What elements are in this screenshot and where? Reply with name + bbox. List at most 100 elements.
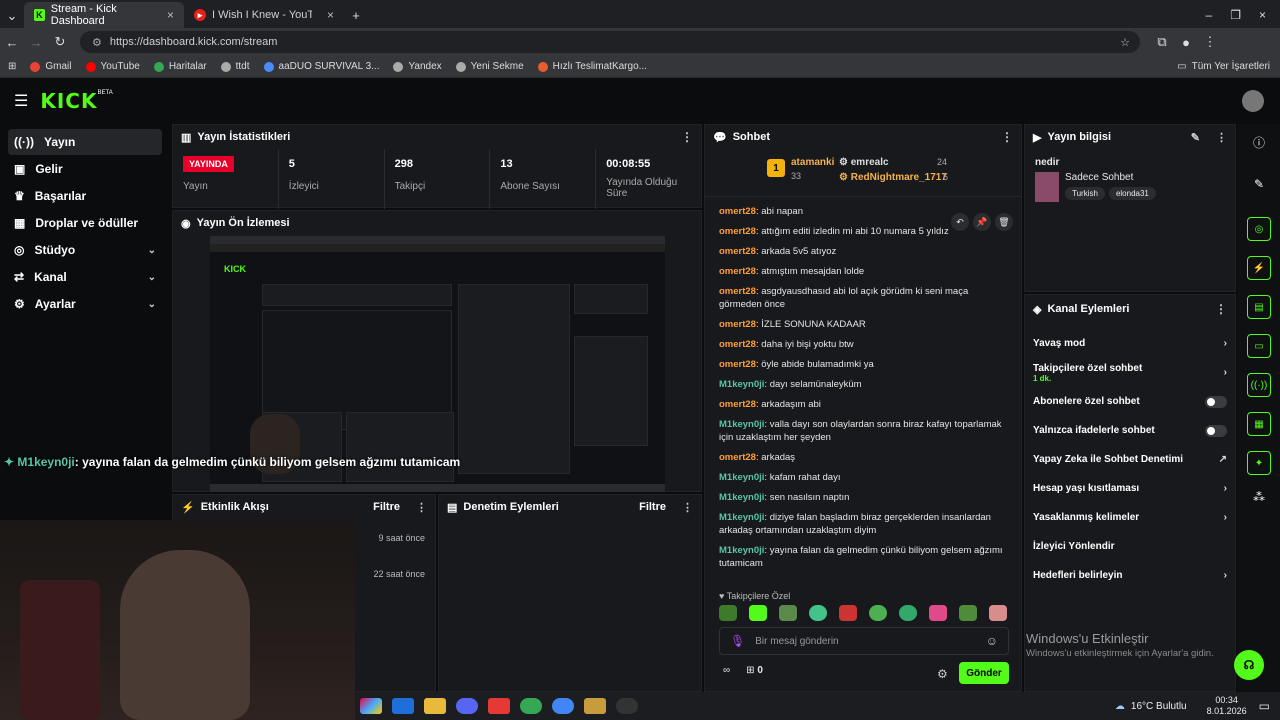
chat-username[interactable]: M1keyn0ji: [719, 419, 764, 430]
action-host[interactable]: İzleyici Yönlendir: [1025, 532, 1235, 561]
lightning-icon[interactable]: ⚡: [1247, 256, 1271, 280]
chat-message[interactable]: omert28: asgdyausdhasıd abi lol açık gör…: [719, 285, 1009, 311]
filter-button[interactable]: Filtre: [373, 501, 400, 513]
browser-tab-kick[interactable]: K Stream - Kick Dashboard ×: [24, 2, 184, 28]
chat-message[interactable]: omert28: atmıştım mesajdan lolde: [719, 265, 1009, 278]
chat-username[interactable]: omert28: [719, 246, 756, 257]
discord-icon[interactable]: [456, 698, 478, 714]
site-info-icon[interactable]: ⚙: [92, 36, 102, 49]
more-options-icon[interactable]: ⋮: [1001, 130, 1013, 144]
category-thumbnail[interactable]: [1035, 172, 1059, 202]
chat-username[interactable]: M1keyn0ji: [719, 379, 764, 390]
extensions-icon[interactable]: ⧉: [1150, 34, 1174, 50]
league-icon[interactable]: [584, 698, 606, 714]
chat-username[interactable]: omert28: [719, 206, 756, 217]
chat-username[interactable]: M1keyn0ji: [719, 492, 764, 503]
start-icon[interactable]: [360, 698, 382, 714]
close-tab-icon[interactable]: ×: [327, 8, 334, 22]
obs-icon[interactable]: [616, 698, 638, 714]
chrome-icon[interactable]: [520, 698, 542, 714]
info-icon[interactable]: ⓘ: [1238, 134, 1280, 151]
chrome-icon[interactable]: [552, 698, 574, 714]
camera-icon[interactable]: ◎: [1247, 217, 1271, 241]
restore-icon[interactable]: ❐: [1230, 8, 1241, 22]
chat-username[interactable]: omert28: [719, 452, 756, 463]
chat-username[interactable]: M1keyn0ji: [719, 545, 764, 556]
layout-icon[interactable]: ▦: [1247, 412, 1271, 436]
app-icon[interactable]: [488, 698, 510, 714]
wrench-icon[interactable]: ✦: [1247, 451, 1271, 475]
tab-search-icon[interactable]: ⌄: [0, 8, 24, 24]
bookmark-duo[interactable]: aaDUO SURVIVAL 3...: [263, 61, 379, 72]
bookmark-yandex[interactable]: Yandex: [393, 61, 442, 72]
emote[interactable]: [959, 605, 977, 621]
profile-icon[interactable]: ●: [1174, 35, 1198, 50]
emote[interactable]: [989, 605, 1007, 621]
emote[interactable]: [809, 605, 827, 621]
reply-icon[interactable]: ↶: [951, 213, 969, 231]
bookmark-kargo[interactable]: Hızlı TeslimatKargo...: [537, 61, 647, 72]
chat-message[interactable]: omert28: arkadaş: [719, 451, 1009, 464]
bookmark-gmail[interactable]: Gmail: [30, 61, 72, 72]
bookmark-ttdt[interactable]: ttdt: [220, 61, 250, 72]
document-icon[interactable]: ▤: [1247, 295, 1271, 319]
send-button[interactable]: Gönder: [959, 662, 1009, 684]
chat-message[interactable]: M1keyn0ji: diziye falan başladım biraz g…: [719, 511, 1009, 537]
chat-message[interactable]: omert28: daha iyi bişi yoktu btw: [719, 338, 1009, 351]
filter-button[interactable]: Filtre: [639, 501, 666, 513]
sidebar-item-revenue[interactable]: ▣ Gelir: [8, 156, 162, 182]
sidebar-item-achievements[interactable]: ♛ Başarılar: [8, 183, 162, 209]
chat-username[interactable]: omert28: [719, 266, 756, 277]
share-icon[interactable]: ⁂: [1238, 490, 1280, 504]
microphone-icon[interactable]: 🎙: [730, 634, 745, 648]
kick-logo[interactable]: KICK: [40, 89, 97, 113]
bookmark-youtube[interactable]: YouTube: [85, 61, 140, 72]
weather-widget[interactable]: ☁ 16°C Bulutlu: [1115, 701, 1187, 712]
sidebar-item-channel[interactable]: ⇄ Kanal ⌄: [8, 264, 162, 290]
action-followers-only[interactable]: Takipçilere özel sohbet 1 dk. ›: [1025, 358, 1235, 387]
edit-icon[interactable]: ✎: [1191, 131, 1200, 144]
chat-message[interactable]: M1keyn0ji: kafam rahat dayı: [719, 471, 1009, 484]
chat-username[interactable]: M1keyn0ji: [719, 512, 764, 523]
emote[interactable]: [839, 605, 857, 621]
close-tab-icon[interactable]: ×: [167, 8, 174, 22]
sidebar-item-settings[interactable]: ⚙ Ayarlar ⌄: [8, 291, 162, 317]
emoji-icon[interactable]: ☺: [986, 634, 998, 648]
chat-username[interactable]: omert28: [719, 399, 756, 410]
bookmark-new-tab[interactable]: Yeni Sekme: [455, 61, 524, 72]
url-field[interactable]: ⚙ https://dashboard.kick.com/stream ☆: [80, 31, 1140, 53]
chat-message[interactable]: M1keyn0ji: valla dayı son olaylardan son…: [719, 418, 1009, 444]
sidebar-item-studio[interactable]: ◎ Stüdyo ⌄: [8, 237, 162, 263]
chat-message[interactable]: M1keyn0ji: yayına falan da gelmedim çünk…: [719, 544, 1009, 570]
chat-username[interactable]: omert28: [719, 339, 756, 350]
subscribers-only-toggle[interactable]: [1205, 395, 1227, 408]
pin-icon[interactable]: 📌: [973, 213, 991, 231]
folder-icon[interactable]: [424, 698, 446, 714]
notification-icon[interactable]: ▭: [1259, 699, 1270, 713]
clock[interactable]: 00:34 8.01.2026: [1207, 695, 1247, 717]
broadcast-icon[interactable]: ((·)): [1247, 373, 1271, 397]
sidebar-item-drops[interactable]: ▦ Droplar ve ödüller: [8, 210, 162, 236]
hamburger-menu-icon[interactable]: ☰: [14, 91, 28, 111]
menu-icon[interactable]: ⋮: [1198, 34, 1222, 50]
chat-username[interactable]: omert28: [719, 286, 756, 297]
action-subscribers-only[interactable]: Abonelere özel sohbet: [1025, 387, 1235, 416]
chat-message[interactable]: omert28: öyle abide bulamadımki ya: [719, 358, 1009, 371]
bookmark-star-icon[interactable]: ☆: [1120, 36, 1130, 49]
action-account-age[interactable]: Hesap yaşı kısıtlaması ›: [1025, 474, 1235, 503]
browser-tab-youtube[interactable]: ▸ I Wish I Knew - YouTube M ×: [184, 2, 344, 28]
emote[interactable]: [929, 605, 947, 621]
more-options-icon[interactable]: ⋮: [682, 501, 693, 514]
close-window-icon[interactable]: ×: [1259, 8, 1266, 22]
sidebar-item-stream[interactable]: ((·)) Yayın: [8, 129, 162, 155]
more-options-icon[interactable]: ⋮: [1215, 302, 1227, 316]
minimize-icon[interactable]: –: [1206, 8, 1213, 22]
chat-message[interactable]: omert28: arkada 5v5 atıyoz: [719, 245, 1009, 258]
chat-message[interactable]: M1keyn0ji: sen nasılsın naptın: [719, 491, 1009, 504]
emote[interactable]: [869, 605, 887, 621]
reload-icon[interactable]: ↻: [48, 34, 72, 50]
trash-icon[interactable]: 🗑: [995, 213, 1013, 231]
chat-username[interactable]: omert28: [719, 319, 756, 330]
emote-only-toggle[interactable]: [1205, 424, 1227, 437]
chat-username[interactable]: omert28: [719, 226, 756, 237]
